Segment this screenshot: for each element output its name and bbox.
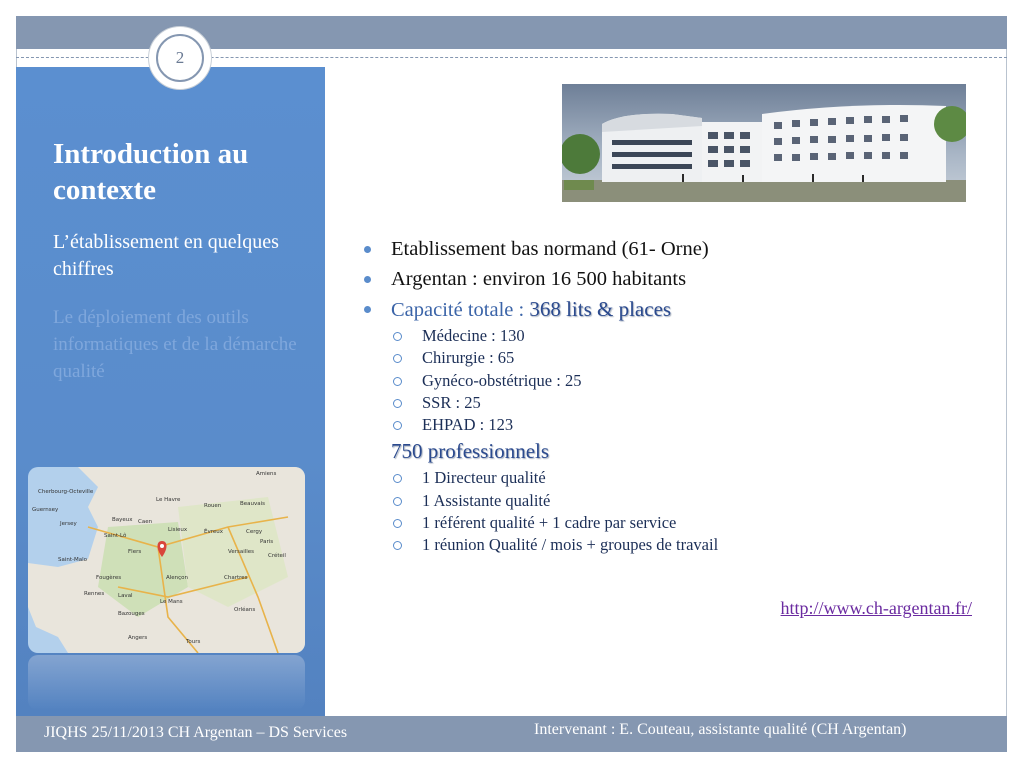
map-label-chartres: Chartres (224, 575, 248, 581)
ring-bullet-icon (393, 398, 402, 408)
footer-speaker: Intervenant : E. Couteau, assistante qua… (534, 721, 907, 738)
bullet-etablissement: Etablissement bas normand (61- Orne) (362, 234, 982, 264)
map-label-bayeux: Bayeux (112, 517, 133, 523)
section-title: Introduction au contexte (53, 138, 249, 206)
sub-item-directeur: 1 Directeur qualité (362, 467, 982, 489)
map-label-creteil: Créteil (268, 552, 286, 559)
hospital-building-image (562, 84, 966, 202)
bullet-dot-icon (364, 246, 371, 253)
hospital-website-link[interactable]: http://www.ch-argentan.fr/ (781, 598, 972, 619)
ring-bullet-icon (393, 376, 402, 386)
map-label-jersey: Jersey (59, 521, 78, 527)
bullet-argentan: Argentan : environ 16 500 habitants (362, 264, 982, 294)
map-label-fougeres: Fougères (96, 574, 121, 581)
sub-item-referent: 1 référent qualité + 1 cadre par service (362, 512, 982, 534)
content-bullets: Etablissement bas normand (61- Orne) Arg… (362, 234, 982, 557)
sub-item-ehpad: EHPAD : 123 (362, 414, 982, 436)
map-label-saint-lo: Saint-Lô (104, 532, 127, 539)
bullet-dot-icon (364, 276, 371, 283)
map-label-paris: Paris (260, 539, 273, 545)
map-label-alencon: Alençon (166, 575, 189, 581)
capacity-value: 368 lits & places (529, 297, 672, 321)
map-label-cherbourg: Cherbourg-Octeville (38, 489, 94, 495)
map-label-lisieux: Lisieux (168, 527, 188, 533)
map-label-tours: Tours (185, 639, 201, 645)
bullet-capacite: Capacité totale : 368 lits & places (362, 294, 982, 325)
map-label-le-havre: Le Havre (156, 497, 181, 503)
map-label-saint-malo: Saint-Malo (58, 557, 88, 563)
sidebar-item-etablissement[interactable]: L’établissement en quelques chiffres (53, 229, 313, 283)
map-label-evreux: Évreux (204, 527, 224, 535)
map-label-laval: Laval (118, 593, 133, 599)
ring-bullet-icon (393, 421, 402, 431)
sub-item-assistante: 1 Assistante qualité (362, 490, 982, 512)
sub-item-chirurgie: Chirurgie : 65 (362, 347, 982, 369)
map-label-rouen: Rouen (204, 503, 222, 509)
map-label-le-mans: Le Mans (160, 599, 183, 605)
staff-heading: 750 professionnels (362, 436, 982, 467)
map-label-orleans: Orléans (234, 606, 255, 613)
footer-event: JIQHS 25/11/2013 CH Argentan – DS Servic… (44, 724, 348, 741)
region-map-image: Amiens Cherbourg-Octeville Le Havre Roue… (28, 467, 305, 653)
ring-bullet-icon (393, 332, 402, 341)
sub-item-gyneco: Gynéco-obstétrique : 25 (362, 370, 982, 392)
staff-value: 750 professionnels (391, 439, 550, 464)
sub-item-reunion: 1 réunion Qualité / mois + groupes de tr… (362, 534, 982, 556)
map-label-amiens: Amiens (256, 471, 277, 477)
ring-bullet-icon (393, 354, 402, 364)
map-label-versailles: Versailles (228, 549, 254, 555)
map-label-angers: Angers (128, 635, 147, 641)
sub-item-medecine: Médecine : 130 (362, 325, 982, 347)
map-label-cergy: Cergy (246, 529, 263, 535)
map-label-rennes: Rennes (84, 591, 104, 597)
page-number: 2 (156, 34, 204, 82)
ring-bullet-icon (393, 519, 402, 529)
map-label-guernsey: Guernsey (32, 507, 59, 513)
ring-bullet-icon (393, 474, 402, 484)
sub-item-ssr: SSR : 25 (362, 392, 982, 414)
map-label-bazouges: Bazouges (118, 611, 145, 617)
map-label-beauvais: Beauvais (240, 501, 265, 507)
bullet-dot-icon (364, 306, 371, 313)
map-reflection (28, 655, 305, 710)
sidebar-item-deploiement[interactable]: Le déploiement des outils informatiques … (53, 304, 315, 385)
ring-bullet-icon (393, 541, 402, 551)
ring-bullet-icon (393, 496, 402, 506)
map-label-caen: Caen (138, 519, 153, 525)
map-label-flers: Flers (128, 549, 141, 555)
